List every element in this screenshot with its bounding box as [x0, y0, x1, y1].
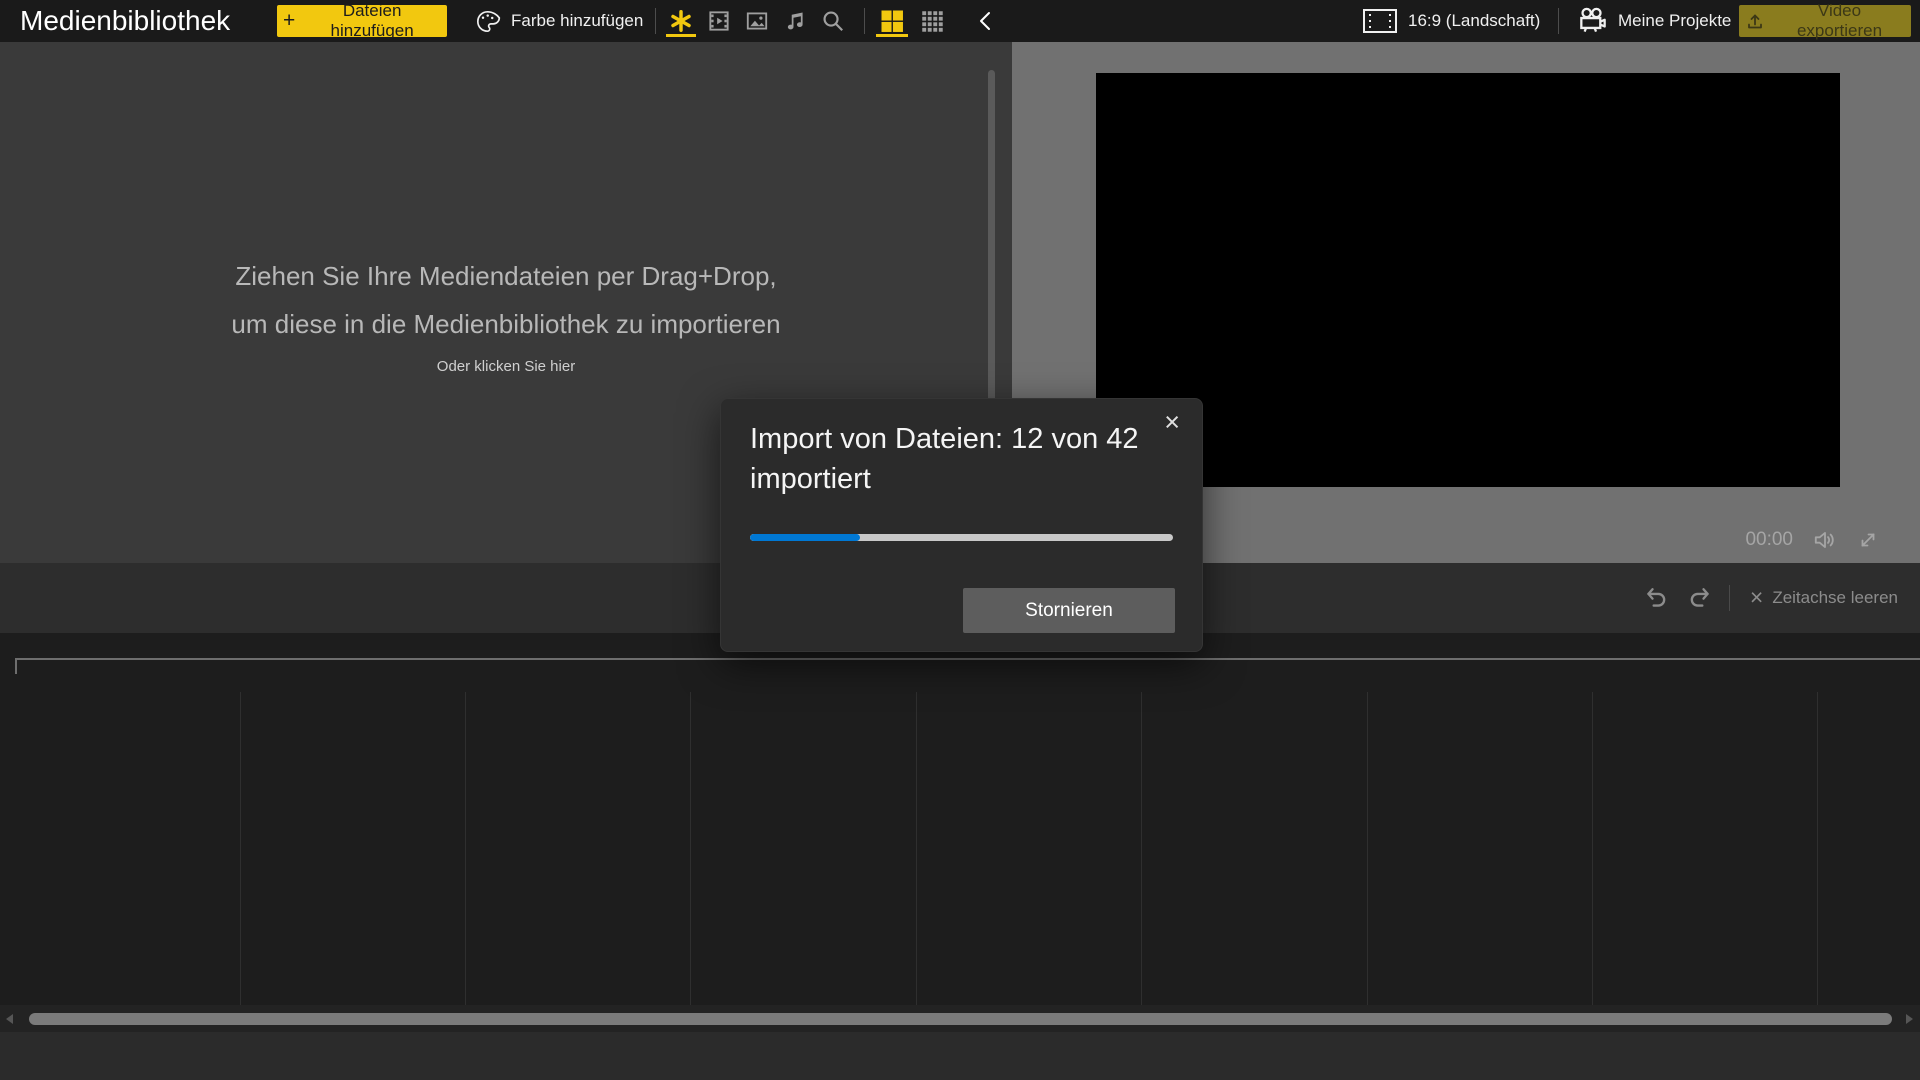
- import-dialog: × Import von Dateien: 12 von 42 importie…: [720, 398, 1203, 652]
- upload-icon: [1745, 11, 1765, 31]
- tab-search[interactable]: [814, 0, 852, 42]
- divider: [1729, 585, 1730, 611]
- dropzone-hint[interactable]: Oder klicken Sie hier: [0, 358, 1012, 376]
- aspect-ratio-icon: [1362, 7, 1398, 35]
- media-type-tabs: [662, 0, 852, 42]
- dropzone[interactable]: Ziehen Sie Ihre Mediendateien per Drag+D…: [0, 252, 1012, 376]
- add-files-label: Dateien hinzufügen: [303, 1, 441, 41]
- clear-icon: ×: [1750, 586, 1763, 609]
- clear-timeline-label: Zeitachse leeren: [1772, 588, 1898, 608]
- undo-button[interactable]: [1641, 583, 1671, 613]
- timeline-grid-line: [1367, 692, 1368, 1005]
- active-view-underline: [876, 34, 908, 37]
- scroll-right-arrow-icon[interactable]: [1906, 1014, 1913, 1024]
- divider: [864, 8, 865, 34]
- app-root: Medienbibliothek + Dateien hinzufügen Fa…: [0, 0, 1920, 1080]
- import-dialog-title: Import von Dateien: 12 von 42 importiert: [750, 419, 1175, 499]
- collapse-panel-button[interactable]: [966, 0, 1006, 42]
- timeline-grid-line: [1592, 692, 1593, 1005]
- cancel-button[interactable]: Stornieren: [963, 588, 1175, 633]
- page-title: Medienbibliothek: [20, 0, 230, 42]
- timeline-grid-line: [465, 692, 466, 1005]
- add-color-button[interactable]: Farbe hinzufügen: [468, 0, 649, 42]
- dropzone-line2: um diese in die Medienbibliothek zu impo…: [0, 300, 1012, 348]
- divider: [1558, 8, 1559, 34]
- tab-videos[interactable]: [700, 0, 738, 42]
- tab-images[interactable]: [738, 0, 776, 42]
- movie-camera-icon: [1576, 5, 1608, 37]
- chevron-left-icon: [974, 9, 998, 33]
- undo-icon: [1642, 584, 1670, 612]
- timeline[interactable]: [0, 633, 1920, 1005]
- asterisk-icon: [668, 8, 694, 34]
- timeline-scrollbar[interactable]: [0, 1005, 1920, 1032]
- view-toggles: [872, 0, 952, 42]
- clear-timeline-button[interactable]: × Zeitachse leeren: [1744, 586, 1904, 611]
- export-video-label: Video exportieren: [1774, 1, 1905, 41]
- timeline-corner: [15, 658, 17, 674]
- music-note-icon: [782, 8, 808, 34]
- my-projects-button[interactable]: Meine Projekte: [1570, 0, 1737, 42]
- search-icon: [820, 8, 846, 34]
- tab-audio[interactable]: [776, 0, 814, 42]
- timeline-grid-line: [1141, 692, 1142, 1005]
- image-icon: [744, 8, 770, 34]
- divider: [655, 8, 656, 34]
- bottom-strip: [0, 1032, 1920, 1080]
- speaker-icon: [1812, 527, 1838, 553]
- timeline-grid-line: [916, 692, 917, 1005]
- grid-4x4-icon: [919, 8, 945, 34]
- dropzone-line1: Ziehen Sie Ihre Mediendateien per Drag+D…: [0, 252, 1012, 300]
- playback-time: 00:00: [1745, 529, 1793, 551]
- grid-2x2-icon: [878, 7, 906, 35]
- import-progress-fill: [750, 534, 860, 541]
- add-files-button[interactable]: + Dateien hinzufügen: [277, 5, 447, 37]
- timeline-grid-line: [690, 692, 691, 1005]
- palette-icon: [474, 8, 501, 35]
- volume-button[interactable]: [1812, 527, 1838, 553]
- redo-button[interactable]: [1685, 583, 1715, 613]
- tab-stock-asterisk[interactable]: [662, 0, 700, 42]
- scroll-left-arrow-icon[interactable]: [6, 1014, 13, 1024]
- import-progress-bar: [750, 534, 1173, 541]
- fullscreen-button[interactable]: [1856, 528, 1880, 552]
- timeline-grid-line: [240, 692, 241, 1005]
- timeline-scrollbar-thumb[interactable]: [29, 1013, 1892, 1025]
- aspect-ratio-label: 16:9 (Landschaft): [1408, 11, 1540, 31]
- grid-small-view-button[interactable]: [912, 0, 952, 42]
- redo-icon: [1686, 584, 1714, 612]
- grid-large-view-button[interactable]: [872, 0, 912, 42]
- active-tab-underline: [666, 34, 696, 37]
- aspect-ratio-button[interactable]: 16:9 (Landschaft): [1356, 0, 1546, 42]
- my-projects-label: Meine Projekte: [1618, 11, 1731, 31]
- top-bar: Medienbibliothek + Dateien hinzufügen Fa…: [0, 0, 1920, 42]
- timeline-top-border: [15, 658, 1920, 660]
- expand-icon: [1856, 528, 1880, 552]
- video-canvas: [1096, 73, 1840, 487]
- filmstrip-icon: [706, 8, 732, 34]
- timeline-grid-line: [1817, 692, 1818, 1005]
- plus-icon: +: [283, 10, 295, 31]
- add-color-label: Farbe hinzufügen: [511, 11, 643, 31]
- export-video-button[interactable]: Video exportieren: [1739, 5, 1911, 37]
